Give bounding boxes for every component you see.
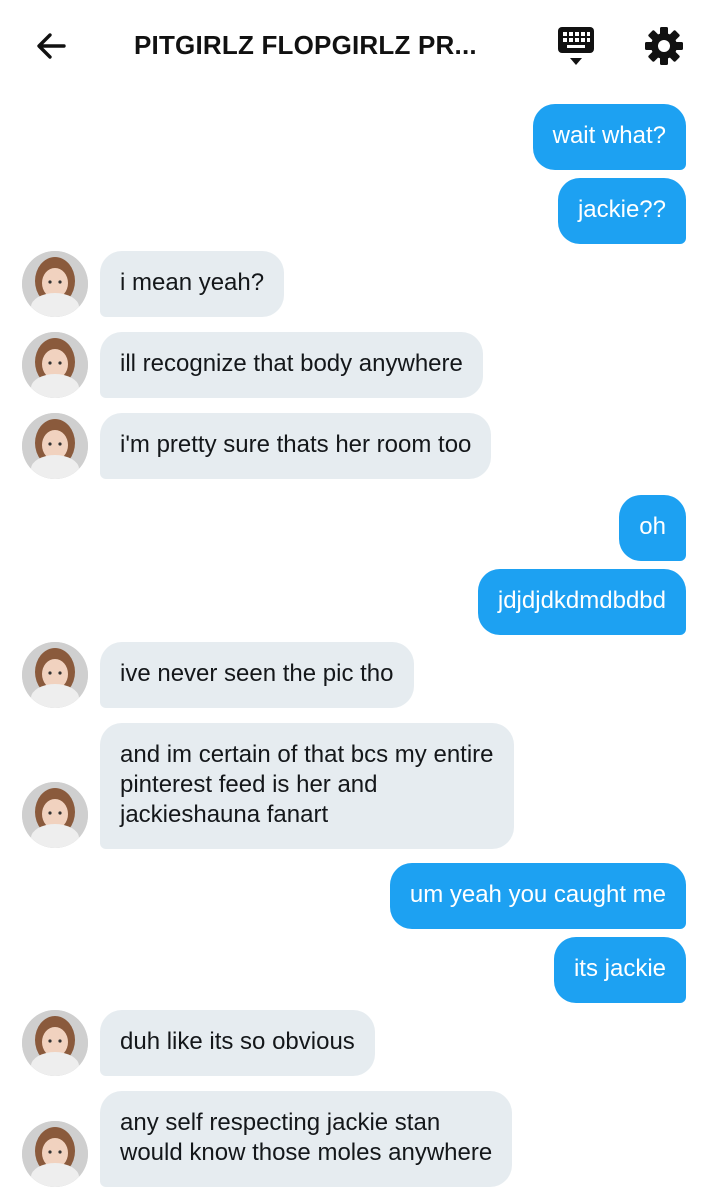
keyboard-button[interactable] — [546, 18, 606, 74]
keyboard-icon — [558, 27, 594, 65]
incoming-message[interactable]: ill recognize that body anywhere — [100, 332, 483, 398]
incoming-message[interactable]: i mean yeah? — [100, 251, 285, 317]
outgoing-message[interactable]: wait what? — [532, 104, 686, 170]
conversation-title[interactable]: PITGIRLZ FLOPGIRLZ PR... — [134, 30, 514, 61]
conversation-header: PITGIRLZ FLOPGIRLZ PR... — [0, 0, 706, 92]
message-list: wait what? jackie?? i mean yeah? ill rec… — [0, 0, 706, 1200]
avatar[interactable] — [22, 782, 88, 848]
avatar[interactable] — [22, 1010, 88, 1076]
avatar[interactable] — [22, 642, 88, 708]
incoming-message[interactable]: ive never seen the pic tho — [100, 642, 414, 708]
outgoing-message[interactable]: its jackie — [553, 937, 686, 1003]
back-button[interactable] — [24, 22, 80, 70]
outgoing-message[interactable]: jdjdjdkdmdbdbd — [477, 569, 686, 635]
arrow-left-icon — [37, 33, 66, 59]
outgoing-message[interactable]: jackie?? — [557, 178, 686, 244]
settings-button[interactable] — [636, 18, 692, 74]
avatar[interactable] — [22, 413, 88, 479]
outgoing-message[interactable]: oh — [619, 495, 686, 561]
avatar[interactable] — [22, 251, 88, 317]
avatar[interactable] — [22, 332, 88, 398]
avatar[interactable] — [22, 1121, 88, 1187]
outgoing-message[interactable]: um yeah you caught me — [389, 863, 686, 929]
incoming-message[interactable]: duh like its so obvious — [100, 1010, 375, 1076]
incoming-message[interactable]: any self respecting jackie stan would kn… — [100, 1091, 513, 1187]
incoming-message[interactable]: i'm pretty sure thats her room too — [100, 413, 492, 479]
gear-icon — [645, 27, 683, 65]
incoming-message[interactable]: and im certain of that bcs my entire pin… — [100, 723, 514, 849]
